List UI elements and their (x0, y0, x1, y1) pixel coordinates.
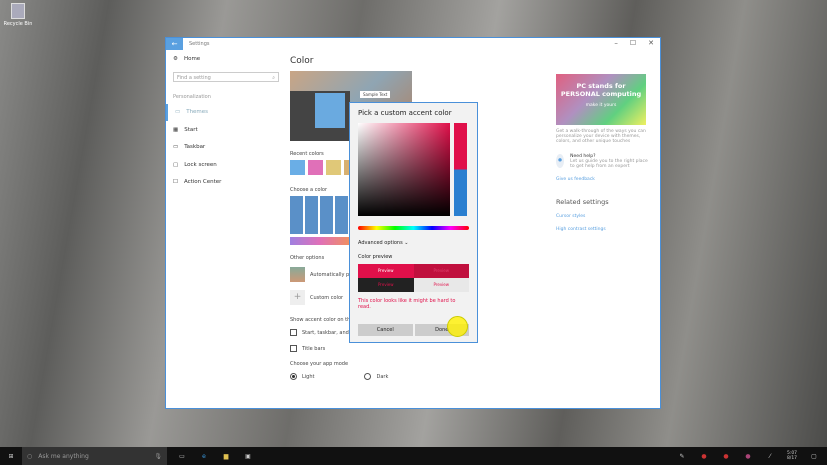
feedback-link[interactable]: Give us feedback (556, 177, 651, 182)
plus-icon: + (290, 290, 305, 305)
advanced-options-toggle[interactable]: Advanced options ⌄ (358, 240, 469, 246)
search-input[interactable]: Find a setting ⌕ (173, 71, 279, 82)
maximize-button[interactable]: ☐ (630, 39, 636, 47)
promo-description: Get a walk-through of the ways you can p… (556, 129, 646, 144)
color-swatch[interactable] (290, 160, 305, 175)
color-grid-row[interactable] (290, 237, 350, 245)
high-contrast-link[interactable]: High contrast settings (556, 227, 651, 232)
title-bar: ← Settings – ☐ ✕ (166, 38, 660, 50)
sidebar-item-themes[interactable]: ▭ Themes (166, 103, 286, 121)
sidebar-item-action-center[interactable]: ☐ Action Center (166, 174, 286, 192)
close-button[interactable]: ✕ (648, 39, 654, 47)
app-tray-icon[interactable]: ● (697, 453, 711, 460)
search-icon: ⌕ (272, 74, 275, 81)
gear-icon: ⚙ (173, 55, 178, 62)
edge-icon[interactable]: e (197, 453, 211, 460)
custom-color-dialog: Pick a custom accent color Advanced opti… (349, 102, 478, 343)
back-button[interactable]: ← (166, 38, 183, 50)
cancel-button[interactable]: Cancel (358, 324, 413, 336)
minimize-button[interactable]: – (614, 39, 618, 47)
start-icon: ▦ (173, 126, 179, 133)
sidebar-home[interactable]: ⚙ Home (166, 50, 286, 68)
title-bars-checkbox[interactable]: Title bars (290, 345, 417, 352)
right-panel: PC stands for PERSONAL computing make it y… (556, 74, 651, 232)
color-swatch[interactable] (308, 160, 323, 175)
cursor-highlight (447, 316, 468, 337)
dark-radio[interactable]: Dark (364, 373, 388, 380)
help-person-icon: ● (556, 154, 565, 168)
dialog-title: Pick a custom accent color (358, 109, 452, 117)
custom-color-button[interactable]: Custom color (310, 295, 343, 301)
sidebar-item-start[interactable]: ▦ Start (166, 121, 286, 139)
app-mode-label: Choose your app mode (290, 361, 349, 367)
app-tray-icon[interactable]: ● (741, 453, 755, 460)
color-preview-label: Color preview (358, 254, 393, 260)
network-icon[interactable]: ⁄ (763, 453, 777, 460)
sidebar-item-taskbar[interactable]: ▭ Taskbar (166, 139, 286, 157)
color-preview: Preview Preview Preview Preview (358, 264, 469, 292)
window-title: Settings (189, 41, 210, 47)
category-label: Personalization (173, 93, 211, 100)
file-explorer-icon[interactable]: ▆ (219, 453, 233, 460)
light-radio[interactable]: Light (290, 373, 314, 380)
promo-video[interactable]: PC stands for PERSONAL computing make it y… (556, 74, 646, 125)
action-center-icon: ☐ (173, 179, 178, 186)
cortana-icon: ○ (27, 452, 33, 460)
related-settings-heading: Related settings (556, 198, 609, 206)
taskbar: ⊞ ○ Ask me anything 🎙 ▭ e ▆ ▣ ✎ ● ● ● ⁄ 5:… (0, 447, 827, 465)
pen-icon[interactable]: ✎ (675, 453, 689, 460)
cortana-search[interactable]: ○ Ask me anything 🎙 (22, 447, 167, 465)
page-title: Color (290, 56, 314, 66)
microphone-icon: 🎙 (154, 452, 162, 460)
color-grid[interactable] (290, 196, 350, 234)
app-tray-icon[interactable]: ● (719, 453, 733, 460)
recycle-bin[interactable]: Recycle Bin (3, 3, 33, 27)
store-icon[interactable]: ▣ (241, 453, 255, 460)
recycle-bin-icon (11, 3, 25, 19)
clock[interactable]: 5:07 8/17 (785, 451, 799, 461)
hue-slider[interactable] (358, 226, 469, 230)
themes-icon: ▭ (175, 109, 181, 116)
chevron-down-icon: ⌄ (404, 240, 409, 246)
color-spectrum[interactable] (358, 123, 450, 216)
background-thumbnail-icon (290, 267, 305, 282)
task-view-icon[interactable]: ▭ (175, 453, 189, 460)
sidebar: ⚙ Home Find a setting ⌕ Personalization ▭ T… (166, 50, 286, 191)
notifications-icon[interactable]: ▢ (807, 453, 821, 460)
readability-warning: This color looks like it might be hard t… (358, 298, 456, 310)
windows-start-icon[interactable]: ⊞ (4, 453, 18, 460)
color-compare (454, 123, 467, 216)
sidebar-item-lock-screen[interactable]: ▢ Lock screen (166, 156, 286, 174)
color-swatch[interactable] (326, 160, 341, 175)
lock-screen-icon: ▢ (173, 161, 179, 168)
taskbar-icon: ▭ (173, 144, 179, 151)
cursor-styles-link[interactable]: Cursor styles (556, 214, 651, 219)
